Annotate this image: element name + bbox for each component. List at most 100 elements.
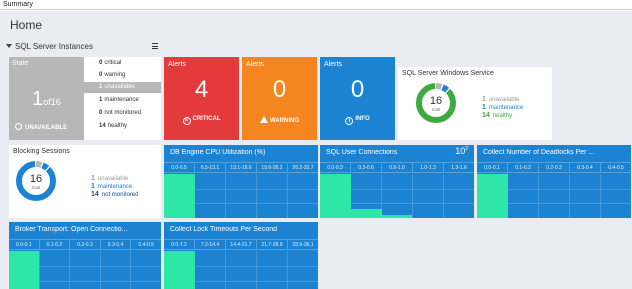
histogram-bar[interactable] xyxy=(320,174,351,218)
deadlocks-tile[interactable]: Collect Number of Deadlocks Per ... 0.0-… xyxy=(477,145,631,218)
histogram-bin-label: 0.1-0.2 xyxy=(508,163,539,172)
legend-item-maintenance[interactable]: 1 maintenance xyxy=(482,104,523,112)
alerts-warning-tile[interactable]: Alerts 0 WARNING xyxy=(242,57,317,140)
broker-transport-tile[interactable]: Broker Transport: Open Connectio... 0.0-… xyxy=(9,222,161,289)
legend-label: unavailable xyxy=(97,176,129,182)
chevron-down-icon[interactable] xyxy=(6,44,12,48)
alert-count: 0 xyxy=(350,76,365,103)
histogram-bin-label: 1.0-1.3 xyxy=(413,163,444,172)
sql-service-tile[interactable]: SQL Server Windows Service 16 total 1 una… xyxy=(398,67,552,140)
histogram-column xyxy=(288,251,318,289)
alert-footer: × CRITICAL xyxy=(164,116,239,125)
histogram-bin-label: 0.2-0.3 xyxy=(70,240,101,249)
histogram-bin-label: 0.3-0.4 xyxy=(570,163,601,172)
state-tile[interactable]: State 1of16 UNAVAILABLE 0 critical 0 warni… xyxy=(9,57,161,140)
histogram-title: DB Engine CPU Utilization (%) xyxy=(170,149,266,156)
state-row-not-monitored[interactable]: 0 not monitored xyxy=(84,108,161,119)
alert-count: 0 xyxy=(272,76,287,103)
legend-label: unavailable xyxy=(488,97,520,103)
histogram-bin-label: 6.5-13.1 xyxy=(195,163,226,172)
alert-footer: i INFO xyxy=(320,116,395,125)
histogram-column xyxy=(226,251,257,289)
state-count: 1of16 xyxy=(9,88,84,111)
state-row-critical[interactable]: 0 critical xyxy=(84,58,161,69)
state-breakdown: 0 critical 0 warning 1 unavailable 1 mainten… xyxy=(84,57,161,140)
histogram-bin-label: 1.3-1.6 xyxy=(451,165,467,171)
histogram-column xyxy=(101,251,132,289)
legend-item-unavailable[interactable]: 1 unavailable xyxy=(91,175,139,183)
blocking-sessions-tile[interactable]: Blocking Sessions 16 total 1 unavailable … xyxy=(9,145,161,218)
blocking-title: Blocking Sessions xyxy=(13,148,70,155)
state-row-label: maintenance xyxy=(104,97,139,103)
alerts-info-tile[interactable]: Alerts 0 i INFO xyxy=(320,57,395,140)
histogram-column xyxy=(195,174,226,218)
histogram-bin-label: 0.3-0.6 xyxy=(351,163,382,172)
sql-service-donut[interactable]: 16 total xyxy=(414,81,458,125)
state-row-warning[interactable]: 0 warning xyxy=(84,70,161,81)
histogram-bar[interactable] xyxy=(350,209,382,218)
legend-item-healthy[interactable]: 14 healthy xyxy=(482,112,523,120)
legend-count: 14 xyxy=(482,112,490,119)
state-row-count: 1 xyxy=(99,97,103,103)
alert-count: 4 xyxy=(194,76,209,103)
alert-footer-label: CRITICAL xyxy=(192,116,221,122)
histogram-bin-label: 0.3-0.4 xyxy=(101,240,132,249)
histogram-bin-label: 0.0-0.3 xyxy=(320,163,351,172)
histogram-plot xyxy=(9,251,161,289)
histogram-column xyxy=(444,174,474,218)
histogram-column xyxy=(288,174,318,218)
histogram-bar[interactable] xyxy=(164,174,195,218)
state-row-count: 0 xyxy=(99,72,103,78)
blocking-donut[interactable]: 16 total xyxy=(14,159,58,203)
alert-title: Alerts xyxy=(246,61,264,68)
state-count-total: of16 xyxy=(43,97,61,107)
state-row-maintenance[interactable]: 1 maintenance xyxy=(84,95,161,106)
histogram-title: Collect Number of Deadlocks Per ... xyxy=(483,149,595,156)
alert-title: Alerts xyxy=(324,61,342,68)
legend-count: 1 xyxy=(91,175,95,182)
state-summary[interactable]: State 1of16 UNAVAILABLE xyxy=(9,57,84,140)
lock-timeouts-tile[interactable]: Collect Lock Timeouts Per Second 0.0-7.2… xyxy=(164,222,318,289)
blocking-legend: 1 unavailable 1 maintenance 14 not monitore… xyxy=(91,175,139,199)
donut-total-label: total xyxy=(432,107,441,112)
donut-total: 16 xyxy=(430,95,442,107)
legend-item-unavailable[interactable]: 1 unavailable xyxy=(482,96,523,104)
hamburger-menu-icon[interactable] xyxy=(152,43,158,49)
dashboard-canvas: Home SQL Server Instances State 1of16 UN… xyxy=(0,11,632,289)
histogram-plot xyxy=(164,251,318,289)
user-connections-tile[interactable]: SQL User Connections 102 0.0-0.3 0.3-0.6 0… xyxy=(320,145,474,218)
histogram-bin-label: 28.9-36.1 xyxy=(292,242,314,248)
histogram-bar[interactable] xyxy=(381,214,413,218)
histogram-bin-label: 0.0-0.1 xyxy=(9,240,40,249)
state-footer: UNAVAILABLE xyxy=(15,123,67,131)
state-row-count: 1 xyxy=(99,84,103,90)
histogram-column xyxy=(226,174,257,218)
legend-item-not-monitored[interactable]: 14 not monitored xyxy=(91,191,139,199)
section-header-sql-instances[interactable]: SQL Server Instances xyxy=(6,42,160,53)
state-count-value: 1 xyxy=(32,88,44,110)
histogram-bin-label: 0.4-0.5 xyxy=(138,242,154,248)
alerts-critical-tile[interactable]: Alerts 4 × CRITICAL xyxy=(164,57,239,140)
section-label: SQL Server Instances xyxy=(15,42,93,51)
histogram-bar[interactable] xyxy=(477,174,508,218)
histogram-bins: 0.0-7.2 7.2-14.4 14.4-21.7 21.7-28.9 28.9-36… xyxy=(164,239,318,250)
legend-item-maintenance[interactable]: 1 maintenance xyxy=(91,183,139,191)
legend-count: 1 xyxy=(482,104,486,111)
legend-count: 1 xyxy=(482,96,486,103)
histogram-bar[interactable] xyxy=(9,251,40,289)
state-row-count: 0 xyxy=(99,60,103,66)
info-icon: i xyxy=(345,117,354,125)
state-row-unavailable[interactable]: 1 unavailable xyxy=(84,82,161,93)
histogram-bin-label: 14.4-21.7 xyxy=(226,240,257,249)
histogram-column xyxy=(601,174,631,218)
histogram-bin-label: 19.6-26.2 xyxy=(257,163,288,172)
histogram-bin-label: 7.2-14.4 xyxy=(195,240,226,249)
cpu-utilization-tile[interactable]: DB Engine CPU Utilization (%) 0.0-6.5 6.5… xyxy=(164,145,318,218)
histogram-plot xyxy=(320,174,474,218)
state-row-healthy[interactable]: 14 healthy xyxy=(84,121,161,132)
histogram-bar[interactable] xyxy=(164,251,195,289)
histogram-plot xyxy=(164,174,318,218)
histogram-bin-label: 21.7-28.9 xyxy=(257,240,288,249)
state-title: State xyxy=(12,60,29,67)
state-footer-label: UNAVAILABLE xyxy=(25,125,68,131)
